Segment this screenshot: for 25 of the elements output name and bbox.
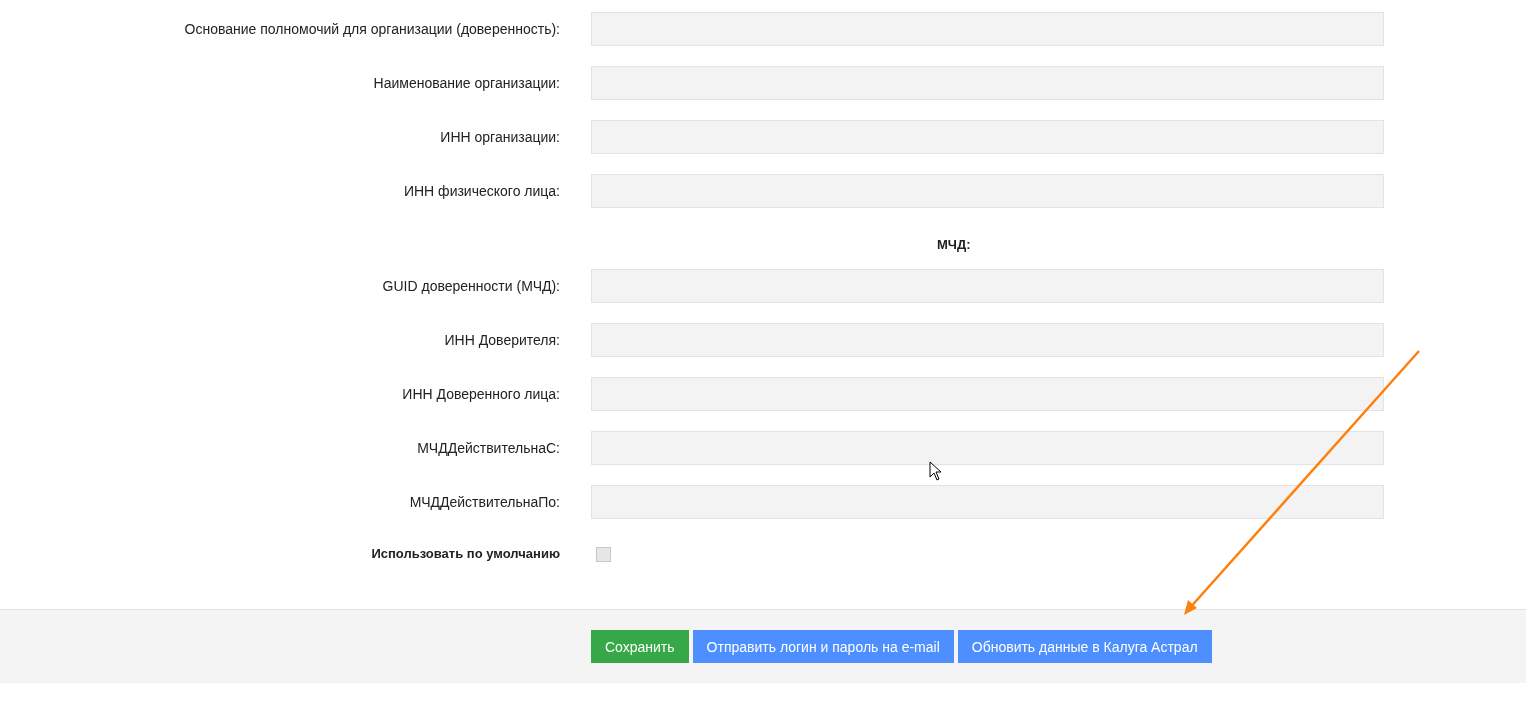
save-button[interactable]: Сохранить bbox=[591, 630, 689, 663]
action-button[interactable]: Отправить логин и пароль на e-mail bbox=[692, 630, 954, 663]
action-button[interactable]: Обновить данные в Калуга Астрал bbox=[957, 630, 1212, 663]
checkbox[interactable] bbox=[596, 546, 611, 562]
field-label: ИНН физического лица: bbox=[403, 183, 560, 199]
field-label: Наименование организации: bbox=[373, 75, 560, 91]
input-field[interactable] bbox=[591, 431, 1384, 465]
field-label: Основание полномочий для организации (доверенность): bbox=[184, 21, 560, 37]
field-label: МЧДДействительнаС: bbox=[417, 440, 560, 456]
input-field[interactable] bbox=[591, 12, 1384, 46]
field-label: GUID доверенности (МЧД): bbox=[382, 278, 560, 294]
input-field[interactable] bbox=[591, 66, 1384, 100]
pointer-cursor-icon bbox=[929, 461, 943, 482]
field-label: ИНН Доверителя: bbox=[444, 332, 560, 348]
input-field[interactable] bbox=[591, 485, 1384, 519]
checkbox-label: Использовать по умолчанию bbox=[371, 545, 560, 563]
input-field[interactable] bbox=[591, 377, 1384, 411]
input-field[interactable] bbox=[591, 323, 1384, 357]
field-label: МЧДДействительнаПо: bbox=[409, 494, 560, 510]
input-field[interactable] bbox=[591, 174, 1384, 208]
input-field[interactable] bbox=[591, 120, 1384, 154]
field-label: ИНН Доверенного лица: bbox=[402, 386, 560, 402]
section-heading: МЧД: bbox=[937, 236, 971, 254]
field-label: ИНН организации: bbox=[440, 129, 560, 145]
input-field[interactable] bbox=[591, 269, 1384, 303]
